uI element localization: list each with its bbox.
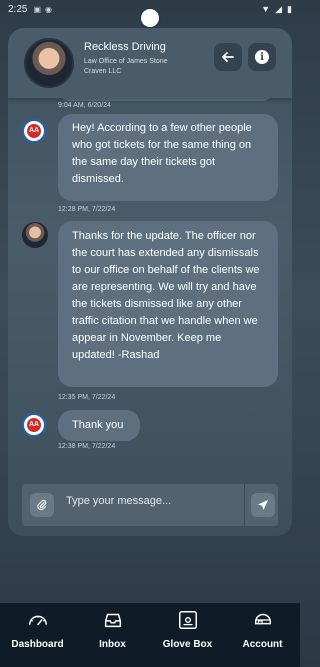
status-time: 2:25: [8, 3, 28, 15]
message-timestamp: 9:04 AM, 6/20/24: [58, 102, 111, 109]
nav-label: Dashboard: [11, 639, 64, 650]
signal-icon: ◢: [275, 3, 283, 14]
bottom-nav: Dashboard Inbox Glove Box Account: [0, 603, 300, 667]
nav-dashboard[interactable]: Dashboard: [0, 603, 75, 667]
divider: [244, 484, 245, 526]
account-icon: [254, 613, 271, 625]
send-icon: [258, 500, 268, 510]
nav-label: Glove Box: [162, 639, 213, 650]
info-button[interactable]: i: [248, 43, 276, 71]
client-logo-icon: AA: [22, 413, 46, 437]
message-text: Hey! According to a few other people who…: [72, 122, 252, 185]
message-text: Thank you: [72, 419, 124, 431]
nav-label: Inbox: [99, 639, 126, 650]
chat-header: Reckless Driving Law Office of James Sto…: [8, 28, 292, 98]
contact-organization: Law Office of James Stone Craven LLC: [84, 58, 168, 75]
send-button[interactable]: [251, 493, 275, 517]
app-notification-icon: ◉: [45, 4, 53, 14]
message-composer: [22, 484, 278, 526]
message-bubble-lawyer: Thanks for the update. The officer nor t…: [58, 221, 278, 387]
message-bubble-client: Thank you: [58, 410, 140, 441]
message-timestamp: 12:38 PM, 7/22/24: [58, 443, 116, 450]
battery-icon: ▮: [287, 3, 292, 14]
arrow-left-icon: [222, 52, 234, 62]
back-button[interactable]: [214, 43, 242, 71]
status-icons: ▼ ◢ ▮: [261, 4, 292, 15]
nav-inbox[interactable]: Inbox: [75, 603, 150, 667]
nav-account[interactable]: Account: [225, 603, 300, 667]
attach-button[interactable]: [30, 493, 54, 517]
nav-label: Account: [242, 639, 283, 650]
camera-cutout: [141, 9, 159, 27]
lawyer-avatar: [24, 38, 74, 88]
info-icon: i: [255, 50, 269, 64]
message-timestamp: 12:35 PM, 7/22/24: [58, 394, 116, 401]
message-input[interactable]: [66, 492, 236, 510]
message-bubble-client: Hey! According to a few other people who…: [58, 114, 278, 201]
contact-name: Reckless Driving: [84, 41, 166, 53]
inbox-icon: [104, 613, 121, 628]
glove-box-icon: [178, 611, 197, 629]
notification-icon: ▣: [33, 4, 42, 14]
wifi-icon: ▼: [261, 4, 271, 14]
client-logo-icon: AA: [22, 119, 46, 143]
lawyer-avatar-small: [22, 222, 48, 248]
chat-card: 9:04 AM, 6/20/24 AA Hey! According to a …: [8, 28, 292, 536]
gauge-icon: [28, 615, 47, 626]
message-text: Thanks for the update. The officer nor t…: [72, 230, 260, 361]
paperclip-icon: [37, 499, 47, 511]
nav-glove-box[interactable]: Glove Box: [150, 603, 225, 667]
message-timestamp: 12:28 PM, 7/22/24: [58, 206, 116, 213]
